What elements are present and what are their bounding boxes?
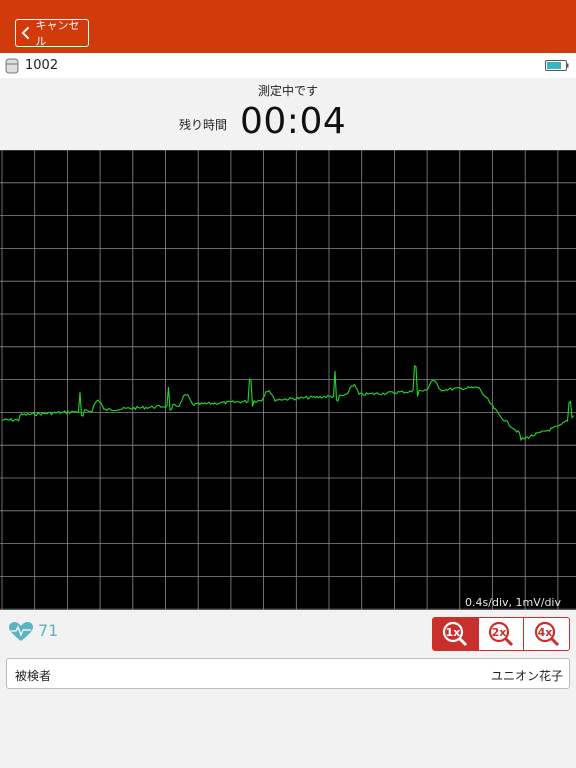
magnifier-1x-icon: 1x: [443, 621, 468, 647]
zoom-2x-button[interactable]: 2x: [479, 618, 525, 650]
heart-rate-icon: [9, 622, 33, 641]
subject-label: 被検者: [15, 669, 52, 683]
device-id: 1002: [25, 58, 59, 73]
ecg-scale-label: 0.4s/div, 1mV/div: [465, 596, 561, 609]
ecg-grid: [0, 150, 576, 610]
ecg-chart: [0, 150, 576, 610]
zoom-selector: 1x 2x 4x: [432, 617, 570, 651]
battery-icon: [545, 60, 569, 71]
remaining-time-value: 00:04: [240, 101, 347, 142]
measurement-status: 測定中です: [257, 84, 318, 98]
app-header: キャンセル: [0, 0, 576, 53]
svg-text:4x: 4x: [537, 626, 552, 639]
zoom-4x-button[interactable]: 4x: [524, 618, 569, 650]
subject-field[interactable]: 被検者 ユニオン花子: [6, 658, 570, 689]
device-icon: [5, 58, 19, 74]
ecg-display: 0.4s/div, 1mV/div: [0, 150, 576, 610]
remaining-time-label: 残り時間: [179, 118, 228, 132]
chevron-left-icon: [21, 26, 30, 40]
device-bar: 1002: [0, 53, 576, 78]
subject-value: ユニオン花子: [490, 669, 563, 683]
svg-text:2x: 2x: [492, 626, 507, 639]
svg-text:1x: 1x: [446, 626, 461, 639]
zoom-1x-button[interactable]: 1x: [433, 618, 479, 650]
magnifier-2x-icon: 2x: [488, 621, 514, 647]
cancel-label: キャンセル: [35, 19, 80, 48]
magnifier-4x-icon: 4x: [534, 621, 559, 647]
ecg-trace: [1, 365, 574, 442]
cancel-button[interactable]: キャンセル: [15, 19, 89, 48]
heart-rate-value: 71: [38, 621, 59, 640]
